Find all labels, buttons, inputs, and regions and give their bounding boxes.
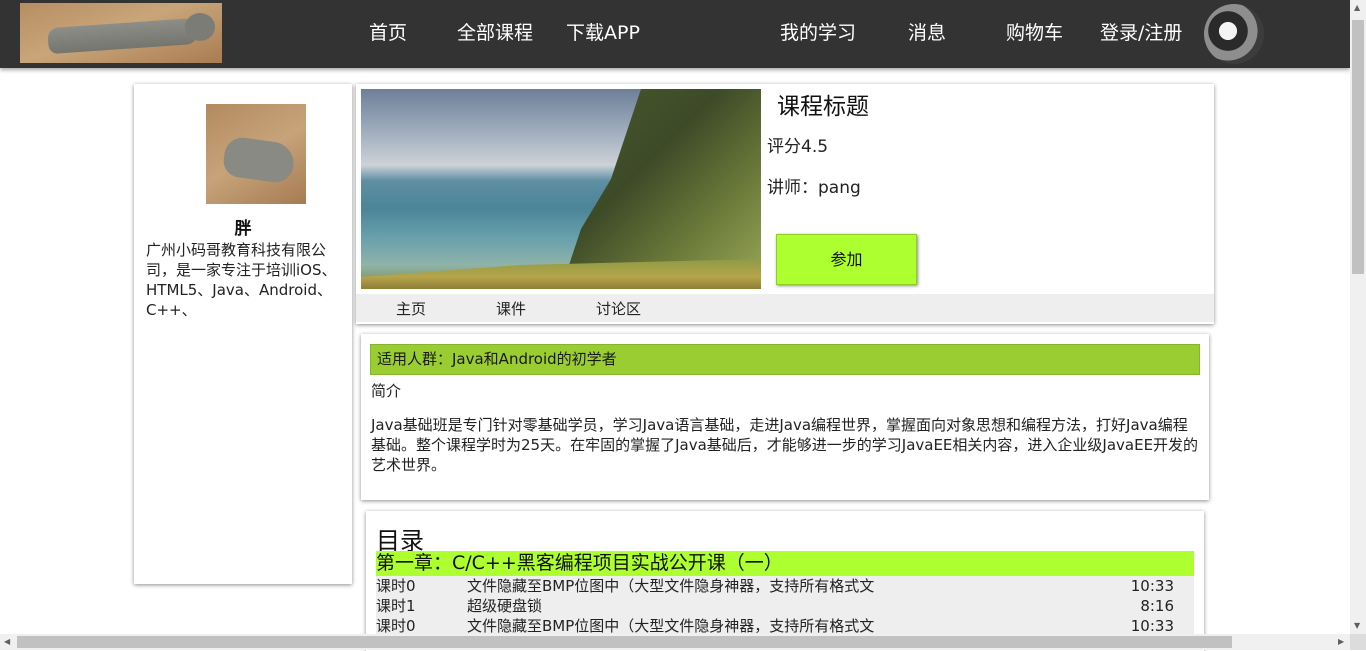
site-logo[interactable] bbox=[20, 3, 222, 63]
nav-my-learning[interactable]: 我的学习 bbox=[780, 20, 856, 46]
join-course-button[interactable]: 参加 bbox=[776, 234, 917, 285]
teacher-description: 广州小码哥教育科技有限公司，是一家专注于培训iOS、HTML5、Java、And… bbox=[146, 241, 337, 319]
nav-download-app[interactable]: 下载APP bbox=[566, 20, 640, 46]
intro-text: Java基础班是专门针对零基础学员，学习Java语言基础，走进Java编程世界，… bbox=[371, 416, 1199, 474]
lesson-row[interactable]: 课时0 文件隐藏至BMP位图中（大型文件隐身神器，支持所有格式文 10:33 bbox=[376, 576, 1194, 596]
intro-heading: 简介 bbox=[371, 382, 402, 400]
course-cover-image bbox=[361, 89, 761, 289]
user-avatar[interactable] bbox=[1204, 4, 1264, 64]
nav-home[interactable]: 首页 bbox=[369, 20, 407, 46]
scroll-down-arrow-icon[interactable]: ▼ bbox=[1354, 618, 1360, 634]
vertical-scrollbar[interactable]: ▲ ▼ bbox=[1350, 0, 1366, 634]
scroll-left-arrow-icon[interactable]: ◀ bbox=[4, 634, 10, 650]
lesson-row[interactable]: 课时1 超级硬盘锁 8:16 bbox=[376, 596, 1194, 616]
horizontal-scrollbar[interactable]: ◀ ▶ bbox=[0, 634, 1350, 650]
nav-login-register[interactable]: 登录/注册 bbox=[1100, 20, 1182, 46]
lesson-row[interactable]: 课时0 文件隐藏至BMP位图中（大型文件隐身神器，支持所有格式文 10:33 bbox=[376, 616, 1194, 636]
course-intro-card: 适用人群：Java和Android的初学者 简介 Java基础班是专门针对零基础… bbox=[361, 334, 1209, 500]
course-teacher: 讲师：pang bbox=[767, 178, 861, 198]
horizontal-scroll-thumb[interactable] bbox=[17, 636, 1232, 648]
teacher-photo bbox=[206, 104, 306, 204]
course-title: 课程标题 bbox=[777, 94, 869, 120]
lesson-name: 超级硬盘锁 bbox=[467, 597, 543, 615]
nav-all-courses[interactable]: 全部课程 bbox=[457, 20, 533, 46]
lesson-name: 文件隐藏至BMP位图中（大型文件隐身神器，支持所有格式文 bbox=[467, 577, 875, 595]
nav-messages[interactable]: 消息 bbox=[908, 20, 946, 46]
lesson-number: 课时0 bbox=[376, 617, 416, 635]
cover-ground-shape bbox=[361, 259, 761, 289]
lesson-duration: 10:33 bbox=[1130, 577, 1174, 595]
course-rating: 评分4.5 bbox=[767, 137, 829, 157]
course-catalog-card: 目录 第一章：C/C++黑客编程项目实战公开课（一） 课时0 文件隐藏至BMP位… bbox=[366, 511, 1204, 651]
vertical-scroll-thumb[interactable] bbox=[1352, 20, 1364, 274]
course-header-card: 课程标题 评分4.5 讲师：pang 参加 主页 课件 讨论区 bbox=[356, 84, 1214, 324]
target-audience-bar: 适用人群：Java和Android的初学者 bbox=[370, 344, 1200, 375]
scroll-right-arrow-icon[interactable]: ▶ bbox=[1338, 634, 1344, 650]
tab-courseware[interactable]: 课件 bbox=[496, 298, 526, 319]
top-nav-bar: 首页 全部课程 下载APP 我的学习 消息 购物车 登录/注册 bbox=[0, 0, 1350, 68]
lesson-duration: 8:16 bbox=[1140, 597, 1174, 615]
logo-cat-head-shape bbox=[185, 13, 215, 41]
teacher-name: 胖 bbox=[234, 219, 252, 239]
scrollbar-corner bbox=[1350, 634, 1366, 650]
teacher-photo-cat-shape bbox=[221, 135, 297, 185]
tab-discussion[interactable]: 讨论区 bbox=[596, 298, 641, 319]
logo-cat-shape bbox=[47, 17, 199, 55]
cover-cliff-shape bbox=[561, 89, 761, 289]
lesson-duration: 10:33 bbox=[1130, 617, 1174, 635]
course-tab-bar: 主页 课件 讨论区 bbox=[356, 294, 1214, 322]
lesson-number: 课时0 bbox=[376, 577, 416, 595]
lesson-number: 课时1 bbox=[376, 597, 416, 615]
tab-home[interactable]: 主页 bbox=[396, 298, 426, 319]
lesson-name: 文件隐藏至BMP位图中（大型文件隐身神器，支持所有格式文 bbox=[467, 617, 875, 635]
nav-cart[interactable]: 购物车 bbox=[1006, 20, 1063, 46]
teacher-profile-card: 胖 广州小码哥教育科技有限公司，是一家专注于培训iOS、HTML5、Java、A… bbox=[134, 84, 352, 584]
scroll-up-arrow-icon[interactable]: ▲ bbox=[1354, 0, 1360, 16]
chapter-heading[interactable]: 第一章：C/C++黑客编程项目实战公开课（一） bbox=[376, 551, 1194, 576]
